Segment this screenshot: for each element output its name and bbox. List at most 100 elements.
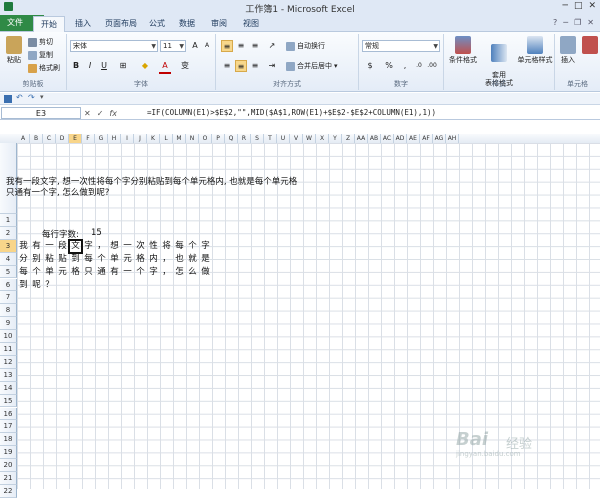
column-header-u[interactable]: U [277, 134, 290, 143]
row-header-7[interactable]: 7 [0, 291, 17, 305]
ribbon-minimize-icon[interactable]: ─ [563, 18, 568, 27]
column-header-y[interactable]: Y [329, 134, 342, 143]
number-format-select[interactable]: 常规 ▼ [362, 40, 440, 52]
cut-button[interactable]: 剪切 [28, 37, 53, 47]
row-header-4[interactable]: 4 [0, 252, 17, 266]
tab-formulas[interactable]: 公式 [142, 16, 172, 32]
tab-page-layout[interactable]: 页面布局 [98, 16, 144, 32]
border-icon[interactable]: ⊞ [117, 60, 129, 72]
percent-button[interactable]: % [383, 60, 395, 72]
active-cell-e3[interactable] [68, 238, 83, 254]
format-painter-button[interactable]: 格式刷 [28, 63, 60, 73]
indent-icon[interactable]: ⇥ [266, 60, 278, 72]
cell-styles-button[interactable]: 单元格样式 [516, 36, 554, 65]
font-name-select[interactable]: 宋体 ▼ [70, 40, 158, 52]
align-bottom-icon[interactable]: ≡ [249, 40, 261, 52]
row-header-11[interactable]: 11 [0, 343, 17, 356]
conditional-format-button[interactable]: 条件格式 [446, 36, 480, 65]
column-header-s[interactable]: S [251, 134, 264, 143]
grow-font-icon[interactable]: A [189, 40, 201, 52]
row-header-2[interactable]: 2 [0, 226, 17, 240]
row-header-20[interactable]: 20 [0, 459, 17, 472]
increase-decimal-icon[interactable]: .0 [413, 60, 425, 72]
column-header-t[interactable]: T [264, 134, 277, 143]
ribbon-restore-icon[interactable]: ❐ [574, 18, 581, 27]
tab-view[interactable]: 视图 [236, 16, 266, 32]
column-header-m[interactable]: M [173, 134, 186, 143]
row-header-18[interactable]: 18 [0, 433, 17, 447]
column-header-d[interactable]: D [56, 134, 69, 143]
row-header-19[interactable]: 19 [0, 446, 17, 460]
align-left-icon[interactable]: ≡ [221, 60, 233, 72]
column-header-o[interactable]: O [199, 134, 212, 143]
close-icon[interactable]: ✕ [588, 1, 596, 11]
tab-insert[interactable]: 插入 [68, 16, 98, 32]
column-header-ac[interactable]: AC [381, 134, 394, 143]
font-color-button[interactable]: A [159, 60, 171, 74]
column-header-f[interactable]: F [82, 134, 95, 143]
column-header-z[interactable]: Z [342, 134, 355, 143]
cancel-icon[interactable]: ✕ [84, 109, 91, 118]
column-header-n[interactable]: N [186, 134, 199, 143]
row-header-9[interactable]: 9 [0, 317, 17, 331]
column-header-ah[interactable]: AH [446, 134, 459, 143]
column-header-p[interactable]: P [212, 134, 225, 143]
column-header-aa[interactable]: AA [355, 134, 368, 143]
formula-input[interactable]: =IF(COLUMN(E1)>$E$2,"",MID($A$1,ROW(E1)+… [147, 107, 598, 119]
currency-icon[interactable]: $ [364, 60, 376, 72]
delete-cells-button[interactable] [581, 36, 599, 55]
row-header-10[interactable]: 10 [0, 330, 17, 343]
font-size-select[interactable]: 11 ▼ [160, 40, 186, 52]
column-header-ab[interactable]: AB [368, 134, 381, 143]
column-header-e[interactable]: E [69, 134, 82, 143]
underline-button[interactable]: U [98, 60, 110, 72]
column-header-k[interactable]: K [147, 134, 160, 143]
column-header-l[interactable]: L [160, 134, 173, 143]
shrink-font-icon[interactable]: A [201, 40, 213, 52]
row-header-17[interactable]: 17 [0, 420, 17, 434]
column-header-b[interactable]: B [30, 134, 43, 143]
column-header-a[interactable]: A [17, 134, 30, 143]
enter-icon[interactable]: ✓ [97, 109, 104, 118]
align-center-icon[interactable]: ≡ [235, 60, 247, 72]
insert-cells-button[interactable]: 插入 [557, 36, 579, 65]
tab-review[interactable]: 审阅 [204, 16, 234, 32]
row-header-6[interactable]: 6 [0, 278, 17, 292]
column-header-w[interactable]: W [303, 134, 316, 143]
row-header-16[interactable]: 16 [0, 407, 17, 421]
copy-button[interactable]: 复制 [28, 50, 53, 60]
row-header-3[interactable]: 3 [0, 239, 17, 253]
row-header-15[interactable]: 15 [0, 394, 17, 408]
phonetic-icon[interactable]: 变 [179, 60, 191, 72]
column-header-v[interactable]: V [290, 134, 303, 143]
row-header-14[interactable]: 14 [0, 381, 17, 395]
wrap-text-button[interactable]: 自动换行 [286, 41, 325, 51]
insert-function-button[interactable]: fx [109, 109, 117, 118]
paste-button[interactable]: 粘贴 [3, 36, 25, 65]
column-header-c[interactable]: C [43, 134, 56, 143]
align-middle-icon[interactable]: ≡ [235, 40, 247, 52]
tab-data[interactable]: 数据 [172, 16, 202, 32]
column-header-h[interactable]: H [108, 134, 121, 143]
column-header-ag[interactable]: AG [433, 134, 446, 143]
row-header-21[interactable]: 21 [0, 472, 17, 485]
column-header-r[interactable]: R [238, 134, 251, 143]
orientation-icon[interactable]: ↗ [266, 40, 278, 52]
column-header-i[interactable]: I [121, 134, 134, 143]
save-icon[interactable] [4, 95, 12, 103]
tab-home[interactable]: 开始 [33, 16, 65, 33]
redo-icon[interactable]: ↷ [28, 93, 35, 102]
help-icon[interactable]: ? [553, 18, 557, 27]
comma-button[interactable]: , [399, 60, 411, 72]
undo-icon[interactable]: ↶ [16, 93, 23, 102]
ribbon-close-icon[interactable]: ✕ [587, 18, 594, 27]
fill-color-icon[interactable]: ◆ [139, 60, 151, 72]
column-header-ad[interactable]: AD [394, 134, 407, 143]
row-header-1[interactable]: 1 [0, 214, 17, 227]
align-right-icon[interactable]: ≡ [249, 60, 261, 72]
align-top-icon[interactable]: ≡ [221, 40, 233, 52]
italic-button[interactable]: I [84, 60, 96, 72]
column-header-q[interactable]: Q [225, 134, 238, 143]
row-header-13[interactable]: 13 [0, 368, 17, 382]
name-box[interactable]: E3 [1, 107, 81, 119]
